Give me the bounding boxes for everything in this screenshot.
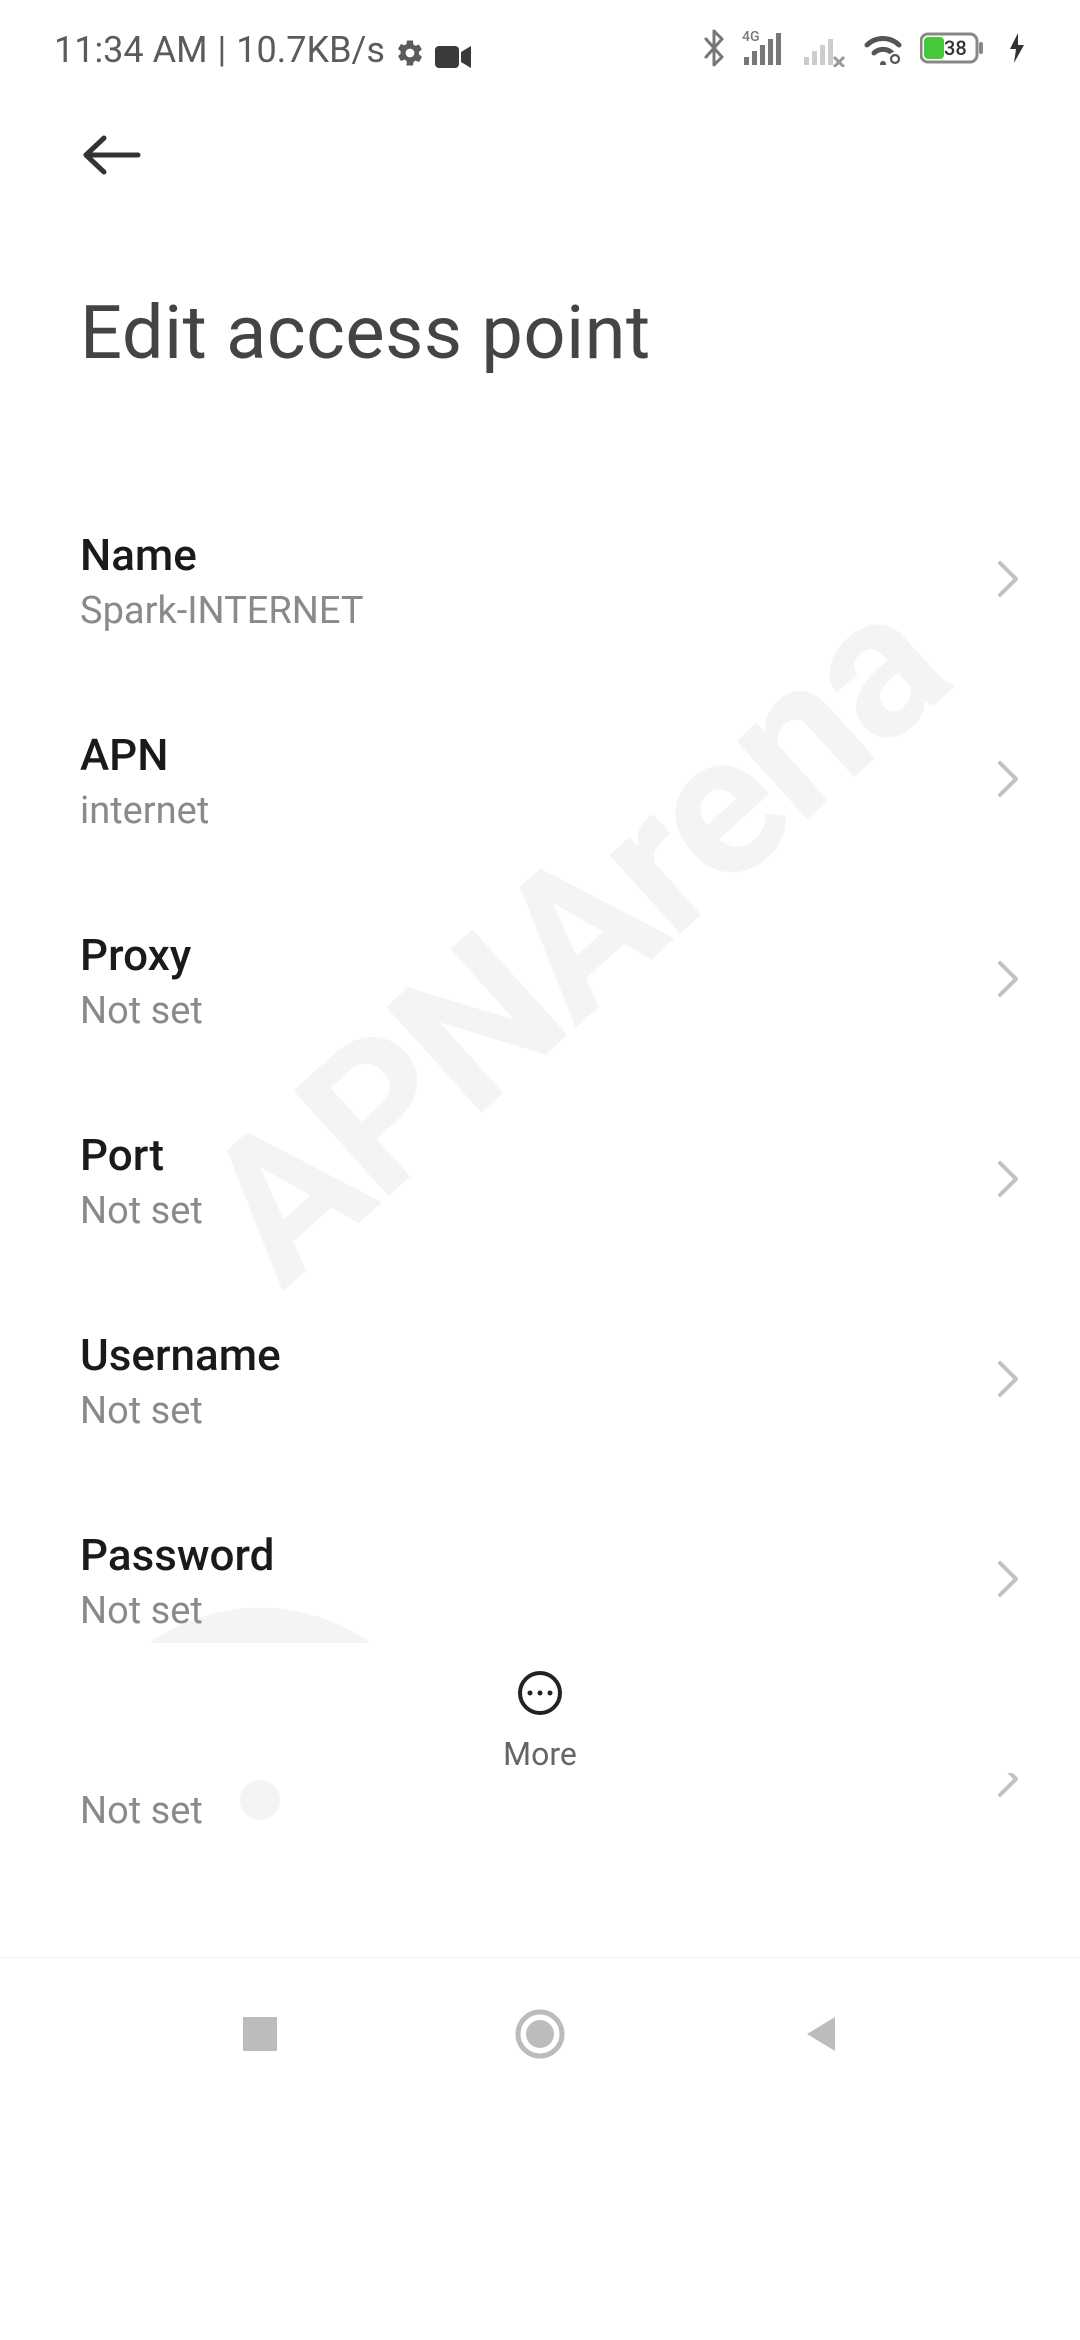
setting-value: Spark-INTERNET [80,589,364,633]
charging-icon [1008,31,1026,69]
chevron-right-icon [996,1359,1020,1403]
svg-text:38: 38 [944,36,967,60]
status-thruput: 10.7KB/s [236,29,385,71]
status-divider: | [218,29,227,71]
svg-text:4G: 4G [742,29,760,45]
setting-username[interactable]: Username Not set [80,1297,1020,1497]
chevron-right-icon [996,1159,1020,1203]
wifi-icon [862,31,904,69]
setting-value: Not set [80,1189,203,1233]
page-title: Edit access point [0,180,1080,377]
setting-label: Name [80,529,364,581]
more-button[interactable]: More [0,1643,1080,1773]
signal-no-sim-icon [802,29,846,71]
bluetooth-icon [702,29,726,71]
setting-label: APN [80,729,209,781]
chevron-right-icon [996,559,1020,603]
status-time: 11:34 AM [54,29,208,71]
setting-value: Not set [80,989,203,1033]
nav-back-button[interactable] [790,2004,850,2064]
setting-label: Username [80,1329,281,1381]
setting-label: Proxy [80,929,203,981]
status-bar: 11:34 AM | 10.7KB/s 4G 38 [0,0,1080,90]
setting-value: Not set [80,1789,207,1827]
back-button[interactable] [0,90,1080,180]
navigation-bar [0,1957,1080,2109]
setting-value: Not set [80,1389,281,1433]
status-right: 4G 38 [702,29,1026,71]
setting-value: Not set [80,1589,274,1633]
setting-name[interactable]: Name Spark-INTERNET [80,497,1020,697]
nav-recent-button[interactable] [230,2004,290,2064]
gear-icon [395,35,425,65]
more-label: More [503,1735,577,1773]
chevron-right-icon [996,959,1020,1003]
setting-label: Port [80,1129,203,1181]
camera-icon [435,37,471,63]
setting-port[interactable]: Port Not set [80,1097,1020,1297]
setting-label: Password [80,1529,274,1581]
chevron-right-icon [996,759,1020,803]
signal-4g-icon: 4G [742,29,786,71]
setting-proxy[interactable]: Proxy Not set [80,897,1020,1097]
chevron-right-icon [996,1559,1020,1603]
battery-icon: 38 [920,31,992,69]
nav-home-button[interactable] [510,2004,570,2064]
settings-list: Name Spark-INTERNET APN internet Proxy N… [0,377,1080,1827]
more-icon [516,1669,564,1721]
status-left: 11:34 AM | 10.7KB/s [54,29,471,71]
setting-apn[interactable]: APN internet [80,697,1020,897]
setting-value: internet [80,789,209,833]
